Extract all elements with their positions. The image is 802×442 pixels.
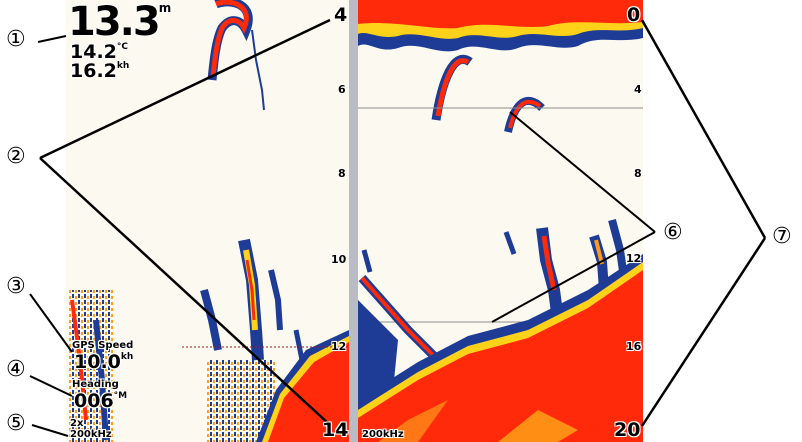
right-scale-tick: 12 [626, 252, 642, 265]
left-scale-tick: 6 [338, 83, 346, 96]
left-scale-bottom: 14 [322, 419, 349, 441]
depth-readout: 13.3m [68, 0, 171, 45]
speed-value: 16.2 [70, 60, 117, 82]
left-scale-tick: 8 [338, 167, 346, 180]
gps-speed-value: 10.0 [74, 351, 121, 373]
callout-3: ③ [6, 274, 26, 299]
gps-speed-label: GPS Speed [72, 340, 134, 351]
callout-1: ① [6, 27, 26, 52]
heading-label: Heading [72, 379, 119, 390]
speed-unit: kh [116, 61, 130, 71]
callout-5: ⑤ [6, 411, 26, 436]
water-temp-unit: °C [116, 42, 128, 52]
callout-6: ⑥ [663, 220, 683, 245]
gps-speed-unit: kh [120, 352, 134, 362]
right-scale-tick: 16 [626, 340, 642, 353]
sonar-figure: 13.3m 14.2°C 16.2kh 4 6 8 10 12 14 GPS S… [0, 0, 802, 442]
left-scale-top: 4 [334, 4, 348, 26]
callout-2: ② [6, 144, 26, 169]
right-scale-bottom: 20 [614, 419, 641, 441]
zoom-level: 2x [70, 418, 84, 429]
callout-7: ⑦ [772, 224, 792, 249]
heading-value: 006 [74, 390, 114, 412]
speed-readout: 16.2kh [70, 62, 129, 81]
left-scale-tick: 12 [331, 340, 347, 353]
callout-4: ④ [6, 357, 26, 382]
left-frequency: 200kHz [70, 429, 112, 440]
right-scale-top: 0 [627, 4, 641, 26]
gps-speed-readout: 10.0kh [74, 353, 133, 372]
left-scale-tick: 10 [331, 253, 347, 266]
depth-value: 13.3 [68, 0, 161, 45]
heading-readout: 006°M [74, 392, 127, 411]
right-frequency: 200kHz [362, 429, 404, 440]
right-scale-tick: 8 [634, 167, 642, 180]
depth-unit: m [158, 1, 171, 15]
right-scale-tick: 4 [634, 83, 642, 96]
heading-unit: °M [113, 391, 128, 401]
